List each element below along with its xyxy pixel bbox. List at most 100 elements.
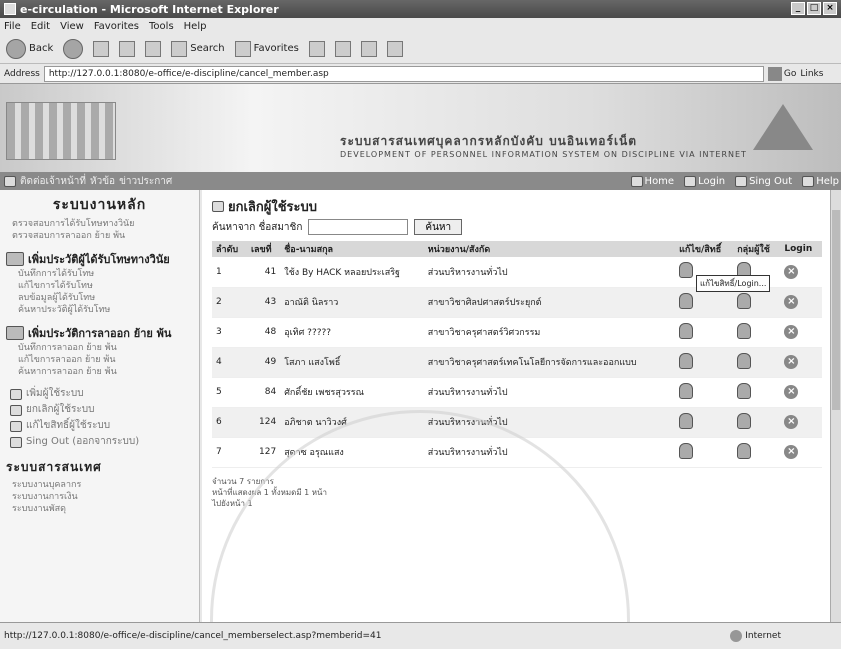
site-banner: ระบบสารสนเทศบุคลากรหลักบังคับ บนอินเทอร์…	[0, 84, 841, 172]
tooltip: แก้ไขสิทธิ์/Login...	[696, 275, 771, 292]
cell-edit	[675, 437, 734, 468]
table-row: 5 84 ศักดิ์ชัย เพชรสุวรรณ ส่วนบริหารงานท…	[212, 377, 822, 408]
close-button[interactable]: ×	[823, 2, 837, 15]
site-nav: ติดต่อเจ้าหน้าที่ หัวข้อ ข่าวประกาศ Home…	[0, 172, 841, 190]
favorites-button[interactable]: Favorites	[234, 40, 299, 57]
sidebar-item-add-user[interactable]: เพิ่มผู้ใช้ระบบ	[6, 386, 195, 402]
forward-arrow-icon[interactable]	[63, 38, 84, 59]
maximize-button[interactable]: □	[807, 2, 821, 15]
delete-icon[interactable]: ×	[784, 415, 799, 429]
menu-edit[interactable]: Edit	[31, 21, 50, 32]
sidebar-item-edit-rights[interactable]: แก้ไขสิทธิ์ผู้ใช้ระบบ	[6, 418, 195, 434]
sidebar-link[interactable]: บันทึกการได้รับโทษ	[6, 268, 195, 280]
menu-view[interactable]: View	[60, 21, 84, 32]
delete-icon[interactable]: ×	[784, 355, 799, 369]
edit-rights-icon[interactable]	[679, 322, 694, 339]
print-icon[interactable]	[360, 40, 377, 57]
sidebar-item-signout[interactable]: Sing Out (ออกจากระบบ)	[6, 434, 195, 450]
stop-icon[interactable]	[93, 40, 110, 57]
sidebar-link[interactable]: บันทึกการลาออก ย้าย พ้น	[6, 342, 195, 354]
sidebar-item-label: เพิ่มผู้ใช้ระบบ	[26, 388, 84, 399]
refresh-icon[interactable]	[119, 40, 136, 57]
address-input[interactable]: http://127.0.0.1:8080/e-office/e-discipl…	[43, 65, 764, 82]
edit-rights-icon[interactable]	[679, 382, 694, 399]
user-group-icon[interactable]	[737, 412, 752, 429]
sidebar-link[interactable]: ระบบงานการเงิน	[0, 491, 199, 503]
back-button[interactable]: Back	[6, 38, 53, 59]
edit-rights-icon[interactable]	[679, 412, 694, 429]
sidebar-link[interactable]: แก้ไขการลาออก ย้าย พ้น	[6, 354, 195, 366]
sidebar-link[interactable]: แก้ไขการได้รับโทษ	[6, 280, 195, 292]
nav-news[interactable]: ข่าวประกาศ	[119, 174, 172, 189]
nav-home[interactable]: Home	[630, 175, 674, 187]
menu-file[interactable]: File	[4, 21, 21, 32]
back-arrow-icon	[6, 38, 26, 59]
user-cancel-icon	[212, 201, 224, 212]
signout-icon	[735, 175, 748, 187]
delete-icon[interactable]: ×	[784, 445, 799, 459]
nav-contact[interactable]: ติดต่อเจ้าหน้าที่	[20, 174, 86, 189]
cell-group	[733, 437, 781, 468]
nav-topic[interactable]: หัวข้อ	[90, 174, 115, 189]
sidebar-link[interactable]: ระบบงานพัสดุ	[0, 503, 199, 515]
menu-help[interactable]: Help	[184, 21, 207, 32]
cell-group	[733, 347, 781, 378]
goto-page[interactable]: ไปยังหน้า 1	[212, 498, 830, 509]
search-button[interactable]: ค้นหา	[414, 219, 463, 235]
user-group-icon[interactable]	[737, 292, 752, 309]
scroll-thumb[interactable]	[832, 210, 840, 410]
edit-rights-icon[interactable]	[679, 262, 694, 279]
nav-signout[interactable]: Sing Out	[735, 175, 792, 187]
table-header: ลำดับ เลขที่ ชื่อ-นามสกุล หน่วยงาน/สังกั…	[212, 241, 822, 257]
sidebar-link[interactable]: ระบบงานบุคลากร	[0, 479, 199, 491]
page-title: ยกเลิกผู้ใช้ระบบ	[202, 190, 830, 217]
col-id: เลขที่	[246, 241, 281, 257]
edit-rights-icon[interactable]	[679, 352, 694, 369]
table-row: 4 49 โสภา แสงโพธิ์ สาขาวิชาครุศาสตร์เทคโ…	[212, 347, 822, 378]
search-button[interactable]: Search	[171, 40, 225, 57]
history-icon[interactable]	[308, 40, 325, 57]
user-group-icon[interactable]	[737, 322, 752, 339]
cell-login: ×	[780, 257, 822, 288]
minimize-button[interactable]: _	[791, 2, 805, 15]
cell-dept: ส่วนบริหารงานทั่วไป	[423, 407, 676, 438]
cell-id: 41	[246, 257, 281, 288]
user-group-icon[interactable]	[737, 382, 752, 399]
sidebar-link[interactable]: ค้นหาการลาออก ย้าย พ้น	[6, 366, 195, 378]
delete-icon[interactable]: ×	[784, 385, 799, 399]
cell-id: 43	[246, 287, 281, 318]
mail-icon[interactable]	[334, 40, 351, 57]
edit-rights-icon[interactable]	[679, 442, 694, 459]
sidebar: ระบบงานหลัก ตรวจสอบการได้รับโทษทางวินัย …	[0, 190, 200, 622]
sidebar-link[interactable]: ค้นหาประวัติผู้ได้รับโทษ	[6, 304, 195, 316]
section-title-label: เพิ่มประวัติผู้ได้รับโทษทางวินัย	[28, 253, 170, 266]
user-group-icon[interactable]	[737, 442, 752, 459]
globe-icon	[730, 630, 743, 642]
cell-id: 84	[246, 377, 281, 408]
user-group-icon[interactable]	[737, 352, 752, 369]
home-icon[interactable]	[145, 40, 162, 57]
sidebar-link[interactable]: ลบข้อมูลผู้ได้รับโทษ	[6, 292, 195, 304]
sidebar-item-cancel-user[interactable]: ยกเลิกผู้ใช้ระบบ	[6, 402, 195, 418]
key-icon	[684, 175, 697, 187]
cell-dept: สาขาวิชาครุศาสตร์วิศวกรรม	[423, 317, 676, 348]
sidebar-link[interactable]: ตรวจสอบการลาออก ย้าย พ้น	[0, 230, 199, 242]
menu-favorites[interactable]: Favorites	[94, 21, 139, 32]
cell-dept: สาขาวิชาศิลปศาสตร์ประยุกต์	[423, 287, 676, 318]
links-label[interactable]: Links	[800, 69, 823, 79]
edit-icon[interactable]	[386, 40, 403, 57]
delete-icon[interactable]: ×	[784, 295, 799, 309]
cell-id: 48	[246, 317, 281, 348]
nav-help[interactable]: Help	[802, 175, 839, 187]
nav-login[interactable]: Login	[684, 175, 725, 187]
delete-icon[interactable]: ×	[784, 264, 799, 279]
sidebar-link[interactable]: ตรวจสอบการได้รับโทษทางวินัย	[0, 218, 199, 230]
delete-icon[interactable]: ×	[784, 325, 799, 339]
sidebar-item-label: แก้ไขสิทธิ์ผู้ใช้ระบบ	[26, 420, 111, 431]
section-title-label: เพิ่มประวัติการลาออก ย้าย พ้น	[28, 327, 172, 340]
search-input[interactable]	[308, 219, 409, 235]
menu-tools[interactable]: Tools	[149, 21, 174, 32]
vertical-scrollbar[interactable]	[830, 190, 841, 622]
go-button[interactable]: Go	[767, 66, 796, 81]
edit-rights-icon[interactable]	[679, 292, 694, 309]
